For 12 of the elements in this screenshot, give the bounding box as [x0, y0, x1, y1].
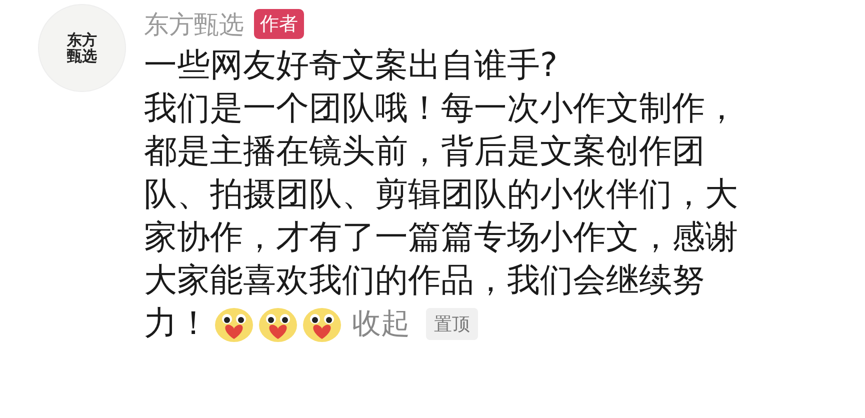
- comment-text: 队、拍摄团队、剪辑团队的小伙伴们，大: [144, 173, 738, 215]
- comment-text: 都是主播在镜头前，背后是文案创作团: [144, 130, 705, 172]
- comment-text: 一些网友好奇文案出自谁手?: [144, 44, 558, 86]
- avatar-logo-text: 东方甄选: [67, 32, 97, 64]
- pin-button[interactable]: 置顶: [426, 308, 478, 340]
- collapse-link[interactable]: 收起: [352, 304, 410, 344]
- comment-text: 我们是一个团队哦！每一次小作文制作，: [144, 87, 738, 129]
- author-badge: 作者: [254, 9, 304, 39]
- author-name[interactable]: 东方甄选: [144, 8, 244, 40]
- comment-text: 力！: [144, 302, 210, 344]
- comment-text: 家协作，才有了一篇篇专场小作文，感谢: [144, 216, 738, 258]
- comment-text: 大家能喜欢我们的作品，我们会继续努: [144, 259, 705, 301]
